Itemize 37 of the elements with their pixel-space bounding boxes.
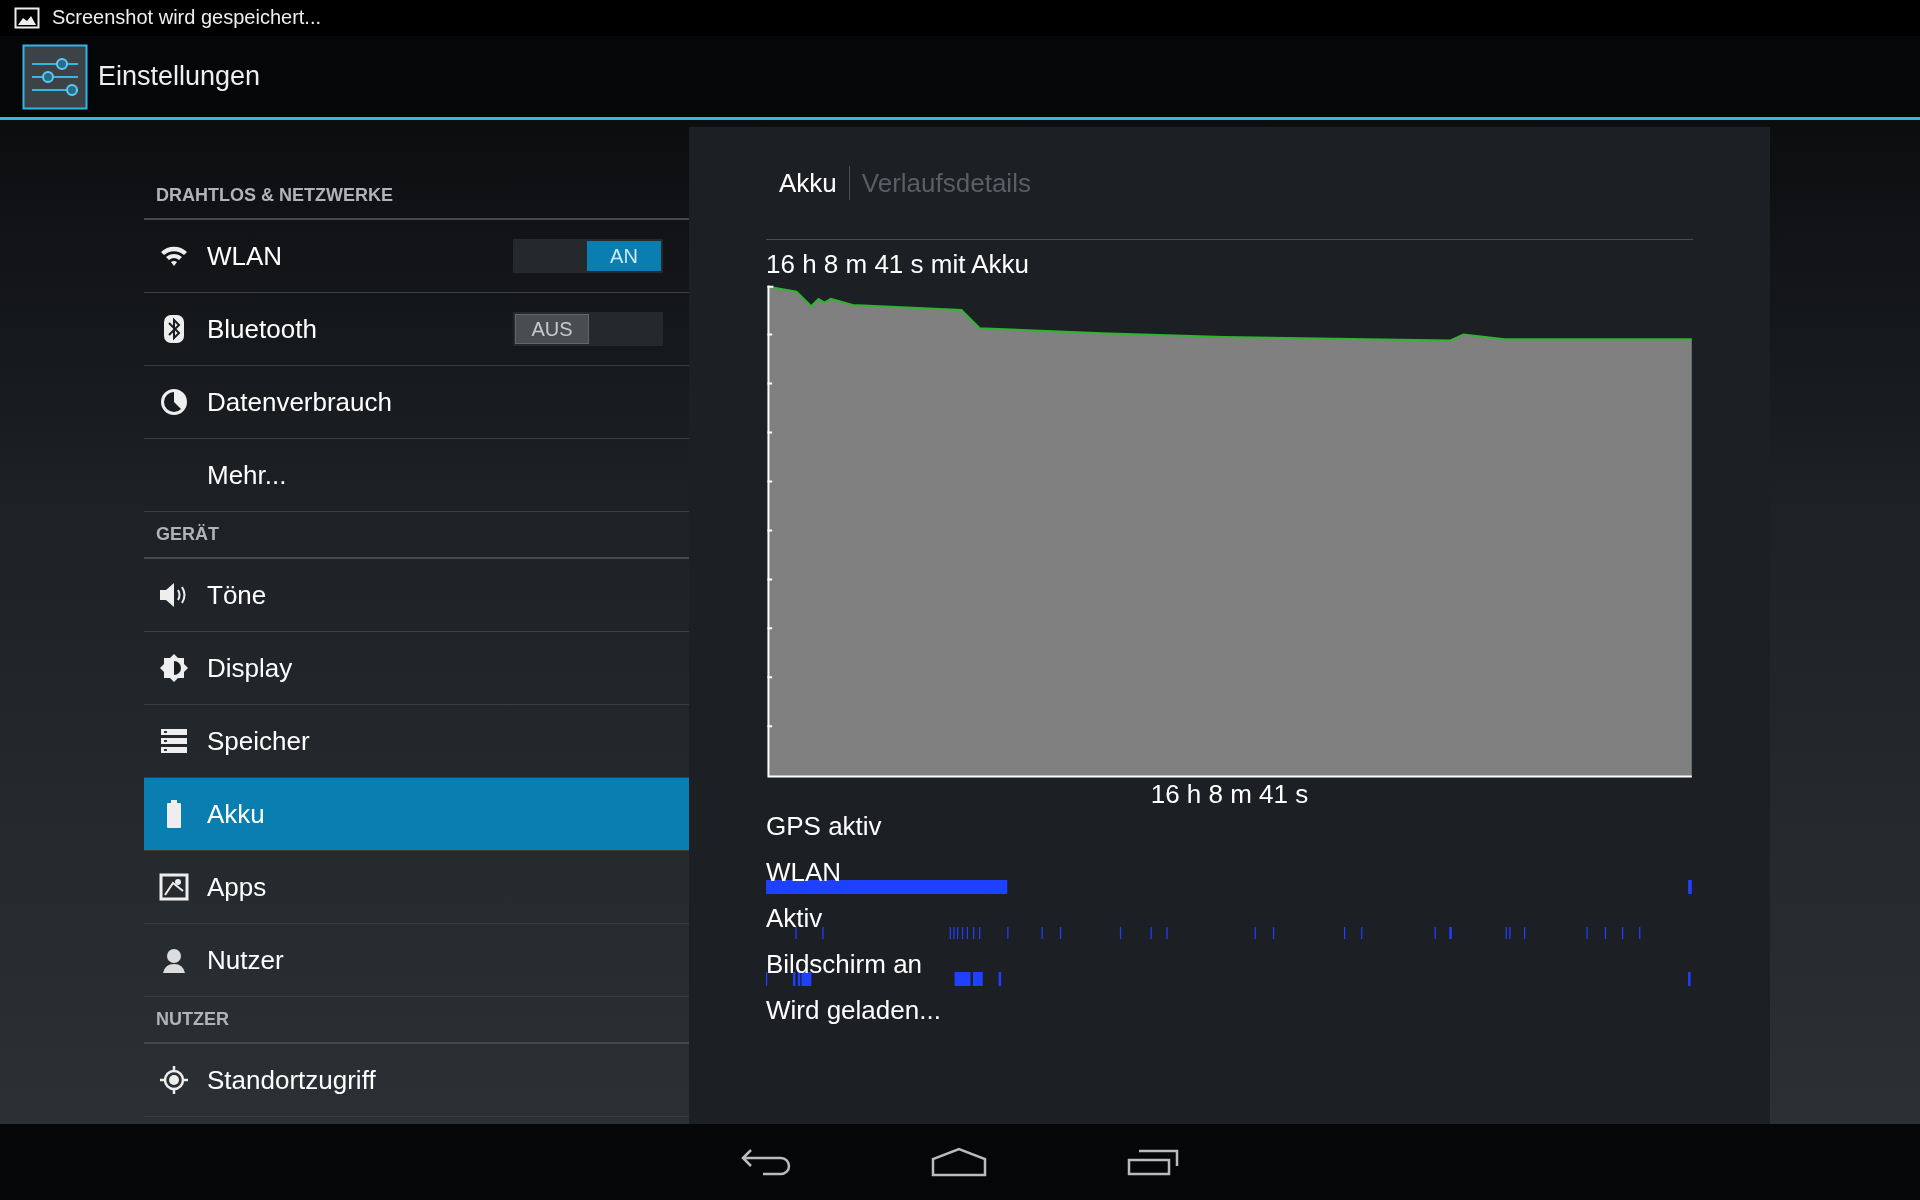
- signal-label: WLAN: [766, 857, 842, 888]
- sliders-app-icon[interactable]: [22, 43, 88, 110]
- settings-item[interactable]: Datenverbrauch: [144, 366, 689, 440]
- settings-item[interactable]: Akku: [144, 778, 689, 852]
- bluetooth-icon: [163, 314, 185, 345]
- back-icon[interactable]: [741, 1148, 791, 1177]
- section-header: NUTZER: [156, 1009, 229, 1031]
- signal-label: Aktiv: [766, 903, 823, 934]
- section-header: GERÄT: [156, 524, 219, 546]
- settings-item[interactable]: Display: [144, 632, 689, 706]
- toggle-switch[interactable]: AUS: [513, 312, 663, 347]
- pie-chart-icon: [160, 388, 188, 417]
- user-icon: [161, 946, 187, 975]
- toggle-switch[interactable]: AN: [513, 239, 663, 274]
- signal-label: GPS aktiv: [766, 811, 882, 842]
- home-icon[interactable]: [931, 1147, 987, 1178]
- settings-item[interactable]: Standortzugriff: [144, 1044, 689, 1118]
- storage-icon: [160, 728, 188, 755]
- apps-icon: [159, 873, 189, 902]
- battery-summary: 16 h 8 m 41 s mit Akku: [766, 250, 1030, 279]
- settings-item[interactable]: Apps: [144, 851, 689, 925]
- signal-label: Bildschirm an: [766, 949, 923, 980]
- settings-item[interactable]: WLAN AN: [144, 220, 689, 294]
- brightness-icon: [159, 653, 189, 684]
- settings-item[interactable]: Nutzer: [144, 924, 689, 998]
- notification-text: Screenshot wird gespeichert...: [52, 6, 322, 30]
- signal-label: Wird geladen...: [766, 995, 941, 1026]
- battery-icon: [165, 799, 183, 830]
- location-icon: [159, 1065, 189, 1096]
- recent-apps-icon[interactable]: [1127, 1148, 1179, 1177]
- app-title: Einstellungen: [98, 61, 261, 93]
- image-icon: [14, 6, 40, 29]
- section-header: DRAHTLOS & NETZWERKE: [156, 185, 393, 207]
- settings-item[interactable]: Töne: [144, 559, 689, 633]
- duration-label: 16 h 8 m 41 s: [1149, 779, 1310, 810]
- tab[interactable]: Akku: [779, 167, 849, 199]
- settings-item[interactable]: Bluetooth AUS: [144, 293, 689, 367]
